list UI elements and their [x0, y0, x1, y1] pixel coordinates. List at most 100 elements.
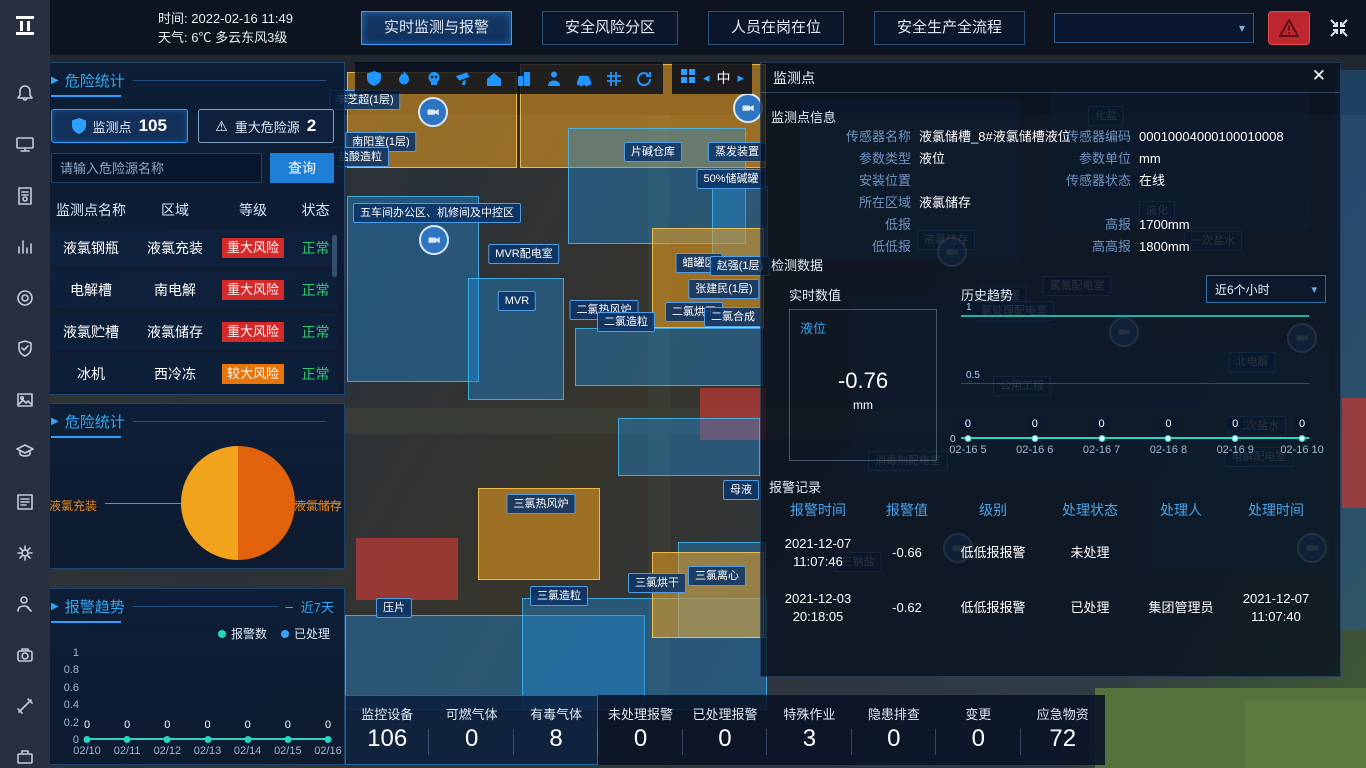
trend-range-label[interactable]: 近7天 [301, 597, 334, 616]
home-icon[interactable] [479, 62, 509, 94]
field-label: 低低报 [761, 239, 911, 255]
bar-chart-icon[interactable] [14, 236, 36, 258]
stat-label: 可燃气体 [446, 704, 498, 723]
camera-marker[interactable] [419, 225, 449, 255]
pie-slice-right [238, 446, 295, 560]
stat-changes[interactable]: 变更 0 [936, 695, 1020, 765]
major-hazard-count: 2 [307, 116, 316, 136]
gear-icon[interactable] [14, 542, 36, 564]
bag-icon[interactable] [14, 746, 36, 768]
alarm-records-table: 报警时间 报警值 级别 处理状态 处理人 处理时间 2021-12-07 11:… [765, 495, 1336, 635]
history-trend-chart: 10.50002-16 5002-16 6002-16 7002-16 8002… [961, 315, 1309, 439]
level-prev-arrow[interactable]: ◂ [703, 70, 710, 86]
alarm-row[interactable]: 2021-12-03 20:18:05 -0.62 低低报报警 已处理 集团管理… [765, 580, 1336, 635]
monitor-points-button[interactable]: 监测点 105 [51, 109, 188, 143]
alarm-row[interactable]: 2021-12-07 11:07:46 -0.66 低低报报警 未处理 [765, 525, 1336, 580]
cell-value: -0.62 [871, 599, 943, 617]
monitor-point-panel: 监测点 ✕ 监测点信息 传感器名称液氯储槽_8#液氯储槽液位 参数类型液位 安装… [760, 62, 1341, 677]
person-icon[interactable] [539, 62, 569, 94]
collapse-dash[interactable]: – [286, 599, 293, 614]
stat-monitor-devices[interactable]: 监控设备106 [345, 695, 429, 765]
camera-marker[interactable] [733, 93, 763, 123]
flame-icon[interactable] [389, 62, 419, 94]
header-dropdown[interactable]: ▾ [1054, 13, 1254, 43]
map-label: 二氯合成 [704, 307, 762, 327]
map-level-control: ◂ 中 ▸ [672, 62, 752, 94]
shield-icon [72, 118, 86, 134]
grid-icon[interactable] [599, 62, 629, 94]
stat-value: 3 [803, 725, 816, 753]
col-alarm-time: 报警时间 [765, 500, 871, 520]
trend-legend: 报警数 已处理 [218, 625, 330, 642]
history-range-select[interactable]: 近6个小时 ▾ [1206, 275, 1326, 303]
hazard-search-input[interactable] [51, 153, 262, 183]
map-label: 母液 [723, 480, 759, 500]
col-name: 监测点名称 [47, 202, 135, 219]
cell-status: 正常 [291, 364, 338, 384]
stat-handled-alarms[interactable]: 已处理报警0 [683, 695, 767, 765]
stat-unhandled-alarms[interactable]: 未处理报警0 [598, 695, 682, 765]
refresh-icon[interactable] [629, 62, 659, 94]
stat-emergency-supplies[interactable]: 应急物资72 [1021, 695, 1105, 765]
monitor-icon[interactable] [14, 134, 36, 156]
field-value: 1800mm [1139, 239, 1190, 255]
shield-icon[interactable] [359, 62, 389, 94]
skull-icon[interactable] [419, 62, 449, 94]
table-row[interactable]: 电解槽 南电解 重大风险 正常 [47, 271, 338, 308]
col-level: 等级 [215, 202, 291, 219]
car-icon[interactable] [569, 62, 599, 94]
alarm-button[interactable] [1268, 11, 1310, 45]
target-icon[interactable] [14, 287, 36, 309]
building-icon[interactable] [509, 62, 539, 94]
hazard-pie-panel: ▶ 危险统计 液氯充装 液氯储存 [40, 403, 345, 569]
shield-check-icon[interactable] [14, 338, 36, 360]
table-row[interactable]: 液氯钢瓶 液氯充装 重大风险 正常 [47, 229, 338, 266]
main-nav: 实时监测与报警 安全风险分区 人员在岗在位 安全生产全流程 [361, 11, 1025, 45]
fullscreen-toggle-icon[interactable] [1324, 13, 1354, 43]
close-icon[interactable]: ✕ [1312, 66, 1326, 86]
stat-label: 有毒气体 [530, 704, 582, 723]
cell-handled-time: 2021-12-07 11:07:40 [1225, 590, 1327, 626]
table-row[interactable]: 液氯贮槽 液氯储存 重大风险 正常 [47, 313, 338, 350]
field-value: 00010004000100010008 [1139, 129, 1284, 145]
query-button[interactable]: 查询 [270, 153, 334, 183]
camera-marker[interactable] [418, 97, 448, 127]
camera-icon[interactable] [14, 644, 36, 666]
map-building-block [1342, 398, 1366, 508]
table-row[interactable]: 冰机 西冷冻 较大风险 正常 [47, 355, 338, 392]
map-label: 五车间办公区、机修间及中控区 [353, 203, 521, 223]
map-building-block [347, 196, 479, 382]
graduation-cap-icon[interactable] [14, 440, 36, 462]
tiles-icon[interactable] [680, 68, 696, 89]
stat-label: 已处理报警 [692, 704, 757, 723]
stat-value: 0 [972, 725, 985, 753]
level-next-arrow[interactable]: ▸ [738, 70, 745, 86]
cctv-camera-icon[interactable] [449, 62, 479, 94]
stat-label: 变更 [965, 704, 991, 723]
cell-area: 液氯储存 [135, 322, 215, 342]
tab-safety-production[interactable]: 安全生产全流程 [874, 11, 1025, 45]
certificate-icon[interactable] [14, 185, 36, 207]
tab-realtime-monitoring[interactable]: 实时监测与报警 [361, 11, 512, 45]
major-hazard-button[interactable]: ⚠ 重大危险源 2 [198, 109, 335, 143]
tools-icon[interactable] [14, 695, 36, 717]
image-doc-icon[interactable] [14, 389, 36, 411]
stat-flammable-gas[interactable]: 可燃气体0 [429, 695, 513, 765]
form-list-icon[interactable] [14, 491, 36, 513]
pie-label-right: 液氯储存 [294, 497, 342, 514]
field-value: mm [1139, 151, 1161, 167]
map-building-block [575, 328, 763, 386]
worker-icon[interactable] [14, 593, 36, 615]
dashboard-screen: 李芝超(1层)南阳室(1层)盐酸造粒片碱仓库蒸发装置50%储碱罐五车间办公区、机… [0, 0, 1366, 768]
tab-personnel-on-duty[interactable]: 人员在岗在位 [708, 11, 844, 45]
cell-time: 2021-12-07 11:07:46 [765, 535, 871, 571]
stat-special-operations[interactable]: 特殊作业3 [767, 695, 851, 765]
stat-toxic-gas[interactable]: 有毒气体8 [514, 695, 598, 765]
stat-hazard-inspection[interactable]: 隐患排查0 [852, 695, 936, 765]
table-scrollbar[interactable] [332, 235, 337, 277]
bell-icon[interactable] [14, 83, 36, 105]
field-label: 传感器名称 [761, 129, 911, 145]
alarm-section-title: 报警记录 [769, 477, 821, 496]
risk-badge: 重大风险 [222, 280, 284, 300]
tab-risk-zoning[interactable]: 安全风险分区 [542, 11, 678, 45]
